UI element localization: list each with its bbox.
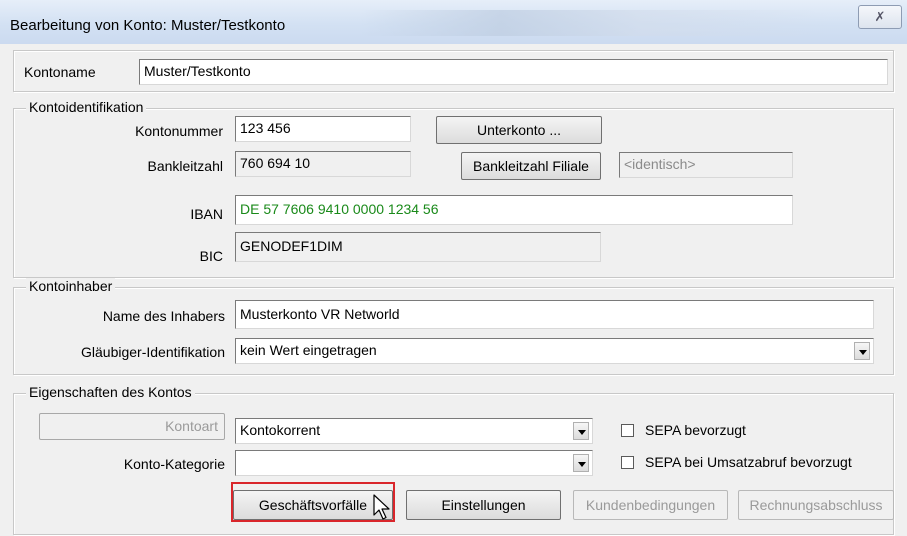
chevron-down-icon[interactable] [573, 454, 589, 472]
bankleitzahl-label: Bankleitzahl [147, 158, 224, 174]
unterkonto-button[interactable]: Unterkonto ... [436, 116, 602, 144]
close-button[interactable]: ✗ [858, 5, 902, 29]
bic-field: GENODEF1DIM [235, 232, 601, 262]
kontoart-button[interactable]: Kontoart [39, 413, 225, 440]
bic-label: BIC [199, 248, 223, 264]
inhaber-name-label: Name des Inhabers [102, 308, 225, 324]
kundenbedingungen-button[interactable]: Kundenbedingungen [573, 490, 728, 520]
iban-input[interactable]: DE 57 7606 9410 0000 1234 56 [235, 195, 793, 225]
eigenschaften-legend: Eigenschaften des Kontos [26, 384, 195, 400]
highlight-box [231, 482, 395, 522]
kontonummer-label: Kontonummer [135, 123, 223, 139]
kontonummer-input[interactable]: 123 456 [235, 116, 411, 142]
glaeubiger-select-value: kein Wert eingetragen [240, 342, 377, 358]
iban-label: IBAN [190, 206, 223, 222]
kontoidentifikation-legend: Kontoidentifikation [26, 99, 147, 115]
title-bar-glow [360, 10, 830, 36]
bankleitzahl-field: 760 694 10 [235, 151, 411, 177]
rechnungsabschluss-button[interactable]: Rechnungsabschluss [738, 490, 894, 520]
einstellungen-button[interactable]: Einstellungen [406, 490, 561, 520]
filiale-field: <identisch> [619, 152, 793, 178]
kategorie-select[interactable] [235, 450, 593, 476]
dialog-client: Kontoname Muster/Testkonto Kontoidentifi… [9, 44, 900, 536]
sepa-umsatz-label: SEPA bei Umsatzabruf bevorzugt [645, 454, 852, 470]
mouse-cursor-icon [373, 494, 390, 520]
sepa-umsatz-checkbox[interactable] [621, 456, 634, 469]
kontoinhaber-legend: Kontoinhaber [26, 278, 116, 294]
kontoart-select-value: Kontokorrent [240, 422, 321, 438]
inhaber-name-input[interactable]: Musterkonto VR Networld [235, 300, 874, 329]
kontoname-label: Kontoname [24, 64, 96, 80]
kontoart-select[interactable]: Kontokorrent [235, 418, 593, 444]
glaeubiger-label: Gläubiger-Identifikation [81, 344, 225, 360]
chevron-down-icon[interactable] [573, 422, 589, 440]
chevron-down-icon[interactable] [854, 342, 870, 360]
window-title: Bearbeitung von Konto: Muster/Testkonto [10, 17, 286, 34]
sepa-bevorzugt-label: SEPA bevorzugt [645, 422, 746, 438]
glaeubiger-select[interactable]: kein Wert eingetragen [235, 338, 874, 364]
sepa-bevorzugt-checkbox[interactable] [621, 424, 634, 437]
bankleitzahl-filiale-button[interactable]: Bankleitzahl Filiale [461, 152, 601, 180]
kategorie-label: Konto-Kategorie [123, 456, 225, 472]
dialog-window: Bearbeitung von Konto: Muster/Testkonto … [0, 0, 907, 536]
kontoname-input[interactable]: Muster/Testkonto [139, 59, 888, 85]
title-bar: Bearbeitung von Konto: Muster/Testkonto … [0, 0, 907, 44]
